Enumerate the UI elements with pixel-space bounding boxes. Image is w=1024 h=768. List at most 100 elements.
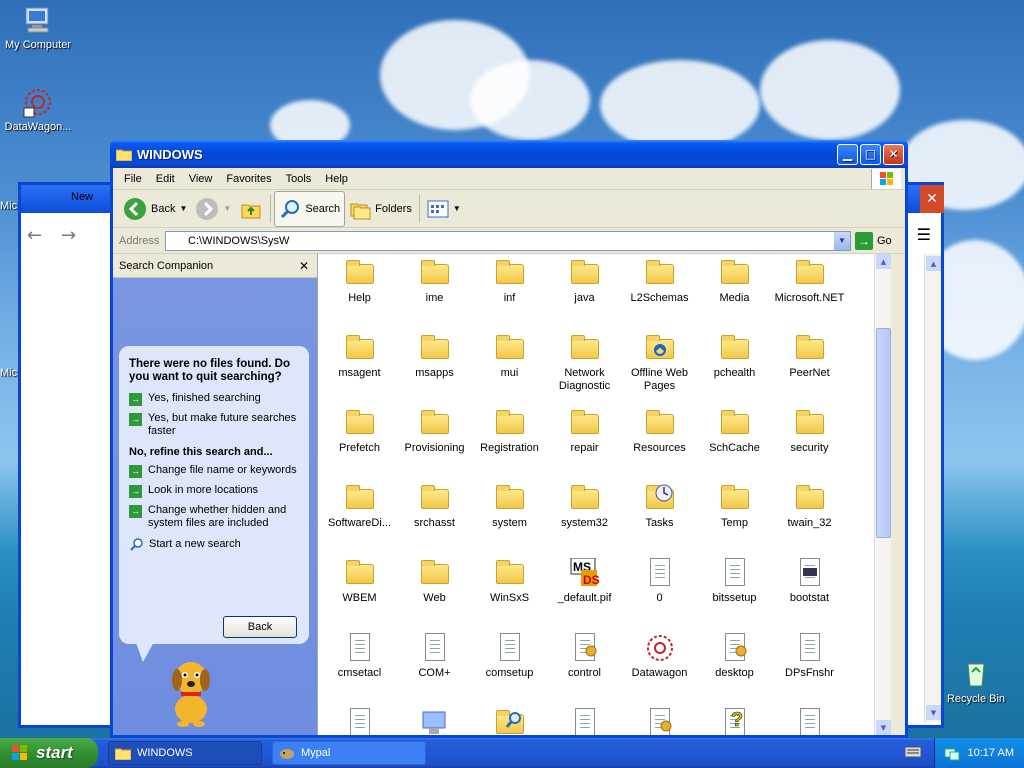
start-button[interactable]: start [0,738,98,768]
go-button[interactable]: → Go [855,231,892,250]
file-item[interactable]: twain_32 [772,483,847,558]
file-item[interactable] [322,708,397,735]
up-folder-button[interactable] [235,191,267,227]
option-faster-searches[interactable]: → Yes, but make future searches faster [129,412,299,438]
network-icon[interactable] [944,745,960,761]
desktop-icon-datawagon[interactable]: DataWagon... [0,86,76,133]
file-item[interactable]: Microsoft.NET [772,258,847,333]
browser-forward-icon[interactable]: → [61,225,76,246]
file-item[interactable]: DPsFnshr [772,633,847,708]
file-item[interactable]: bootstat [772,558,847,633]
file-item[interactable]: Provisioning [397,408,472,483]
file-item[interactable]: MS DS _default.pif [547,557,622,633]
close-icon[interactable]: ✕ [299,259,309,273]
file-item[interactable]: Web [397,558,472,633]
scroll-up-icon[interactable]: ▲ [876,254,891,269]
option-change-file-name[interactable]: → Change file name or keywords [129,464,299,478]
file-item[interactable] [472,708,547,735]
file-item[interactable]: msagent [322,333,397,408]
file-item[interactable]: bitssetup [697,558,772,633]
clock[interactable]: 10:17 AM [968,747,1014,759]
file-item[interactable]: WinSxS [472,558,547,633]
scroll-down-icon[interactable]: ▼ [876,720,891,735]
desktop-icon-partial[interactable]: Mic [0,367,20,379]
menu-view[interactable]: View [182,173,220,185]
file-item[interactable]: mui [472,333,547,408]
file-item[interactable]: SchCache [697,408,772,483]
browser-back-icon[interactable]: ← [27,225,42,246]
file-item[interactable]: L2Schemas [622,258,697,333]
menu-favorites[interactable]: Favorites [219,173,278,185]
menu-edit[interactable]: Edit [149,173,182,185]
file-item[interactable]: Temp [697,483,772,558]
scroll-down-icon[interactable]: ▼ [926,705,941,720]
file-item[interactable]: desktop [697,633,772,708]
option-new-search[interactable]: Start a new search [129,538,299,552]
taskbar-task-windows[interactable]: WINDOWS [108,741,262,765]
rover-dog-icon[interactable] [163,654,219,731]
file-item[interactable]: Offline Web Pages [622,333,697,408]
file-item[interactable] [397,708,472,735]
file-item[interactable]: inf [472,258,547,333]
file-item[interactable]: system [472,483,547,558]
forward-button[interactable]: ▼ [191,191,235,227]
close-button[interactable]: ✕ [883,143,904,165]
explorer-window[interactable]: WINDOWS ▁ □ ✕ File Edit View Favorites T… [110,140,908,738]
browser-menu-icon[interactable]: ☰ [917,225,931,244]
file-item[interactable] [547,708,622,735]
desktop-icon-recycle-bin[interactable]: Recycle Bin [938,658,1014,705]
file-item[interactable]: security [772,408,847,483]
file-item[interactable]: SoftwareDi... [322,483,397,558]
scroll-up-icon[interactable]: ▲ [926,256,941,271]
file-item[interactable]: Network Diagnostic [547,333,622,408]
file-item[interactable]: repair [547,408,622,483]
maximize-button[interactable]: □ [860,143,881,165]
address-input[interactable]: C:\WINDOWS\SysW ▼ [165,230,851,251]
option-finished-searching[interactable]: → Yes, finished searching [129,392,299,406]
address-dropdown-icon[interactable]: ▼ [834,231,850,250]
file-item[interactable]: system32 [547,483,622,558]
scroll-thumb[interactable] [876,328,891,538]
file-item[interactable]: Media [697,258,772,333]
file-item[interactable]: cmsetacl [322,633,397,708]
menu-help[interactable]: Help [318,173,355,185]
back-dropdown-icon[interactable]: ▼ [179,204,187,213]
keyboard-icon[interactable] [904,746,922,761]
file-item[interactable]: java [547,258,622,333]
file-item[interactable]: Help [322,258,397,333]
search-button[interactable]: Search [274,190,346,227]
file-item[interactable]: ? [697,708,772,735]
option-more-locations[interactable]: → Look in more locations [129,484,299,498]
file-item[interactable]: PeerNet [772,333,847,408]
file-item[interactable]: Prefetch [322,408,397,483]
file-item[interactable]: Registration [472,408,547,483]
file-item[interactable]: Resources [622,408,697,483]
file-item[interactable]: COM+ [397,633,472,708]
background-scrollbar[interactable]: ▲ ▼ [924,254,941,722]
menu-file[interactable]: File [117,173,149,185]
folders-button[interactable]: Folders [345,191,416,227]
minimize-button[interactable]: ▁ [837,143,858,165]
views-button[interactable]: ▼ [423,191,465,227]
window-titlebar[interactable]: WINDOWS ▁ □ ✕ [110,140,908,168]
file-item[interactable]: Tasks [622,483,697,558]
file-item[interactable]: 0 [622,558,697,633]
file-item[interactable]: ime [397,258,472,333]
file-item[interactable]: msapps [397,333,472,408]
option-hidden-system-files[interactable]: → Change whether hidden and system files… [129,504,299,530]
desktop-icon-partial[interactable]: Mic [0,200,20,212]
file-item[interactable]: srchasst [397,483,472,558]
taskbar-task-mypal[interactable]: Mypal [272,741,426,765]
desktop-icon-my-computer[interactable]: My Computer [0,4,76,51]
file-item[interactable]: control [547,633,622,708]
file-item[interactable]: comsetup [472,633,547,708]
menu-tools[interactable]: Tools [279,173,319,185]
file-item[interactable]: Datawagon [622,633,697,708]
browser-tab[interactable]: New [71,191,93,203]
forward-dropdown-icon[interactable]: ▼ [223,204,231,213]
companion-back-button[interactable]: Back [223,616,297,638]
vertical-scrollbar[interactable]: ▲ ▼ [874,254,891,735]
file-item[interactable]: pchealth [697,333,772,408]
back-button[interactable]: Back ▼ [119,191,191,227]
file-item[interactable] [622,708,697,735]
